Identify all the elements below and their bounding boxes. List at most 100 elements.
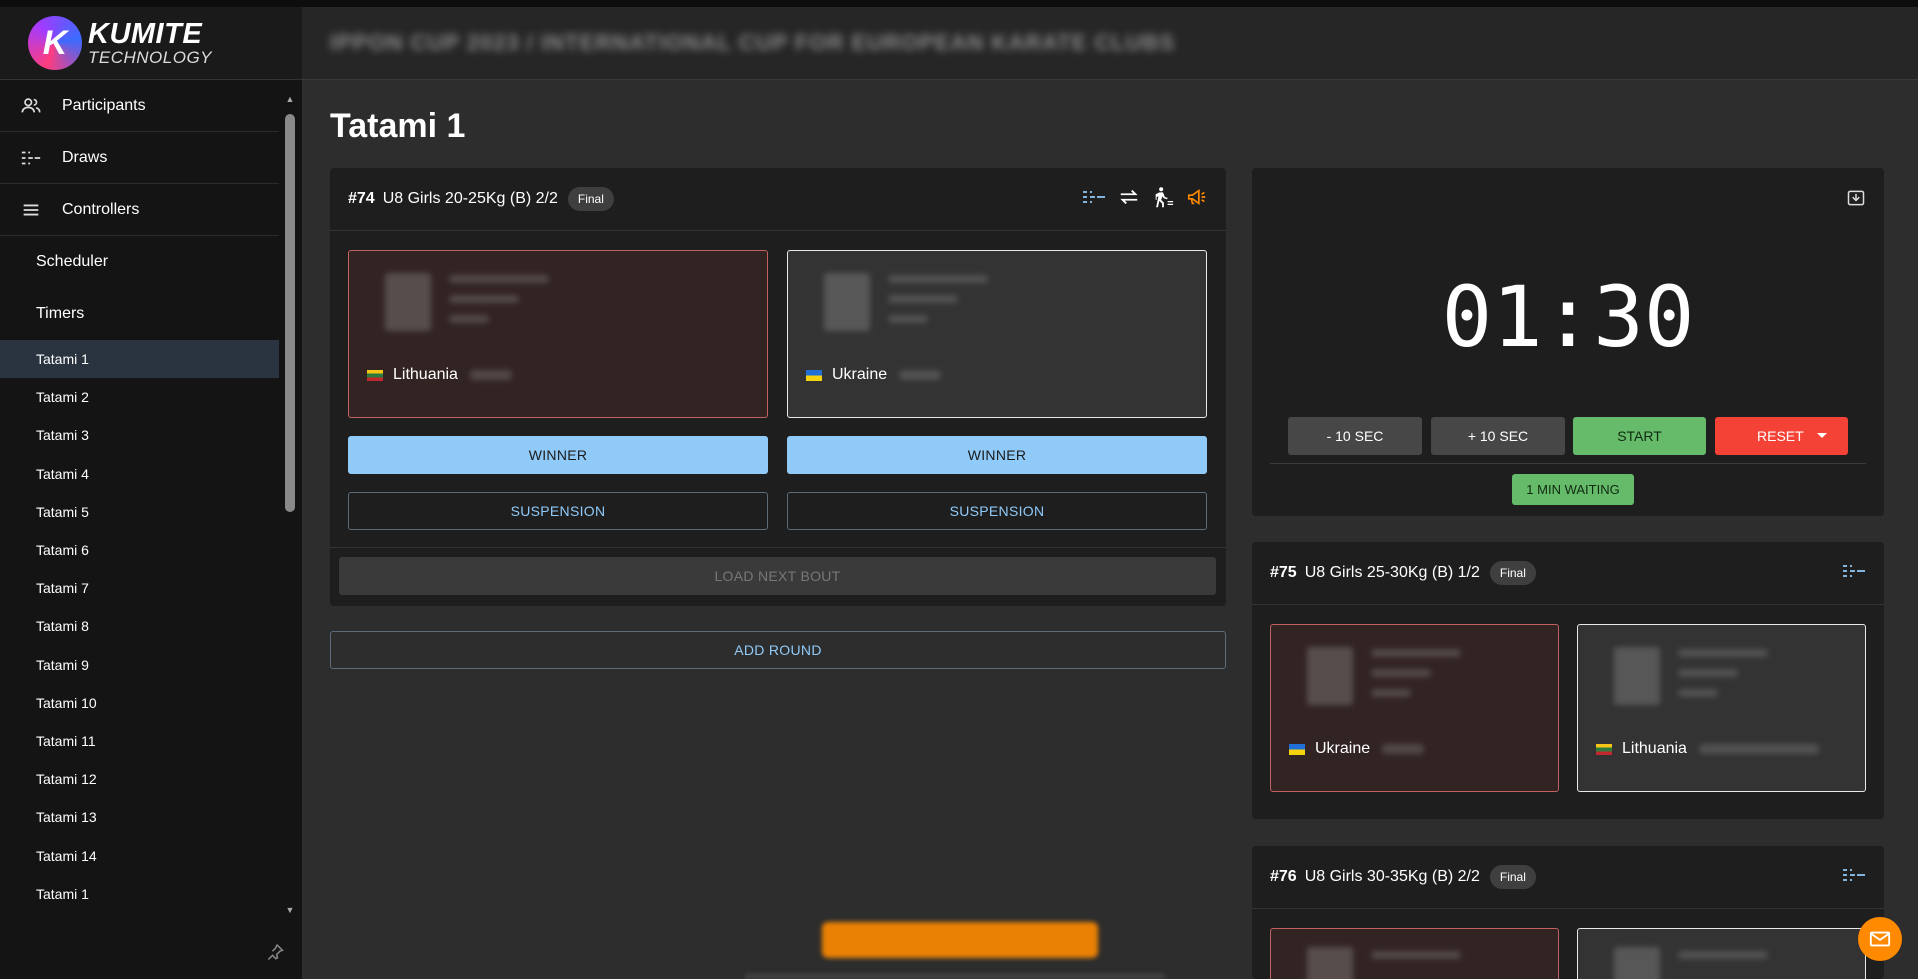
sidebar-item-tatami[interactable]: Tatami 2 xyxy=(0,378,279,416)
top-edge xyxy=(0,0,1918,7)
waiting-button[interactable]: 1 MIN WAITING xyxy=(1512,474,1634,505)
walkover-icon[interactable] xyxy=(1152,186,1174,213)
upcoming-bout-card: #76 U8 Girls 30-35Kg (B) 2/2 Final xyxy=(1252,846,1884,979)
sidebar-item-tatami[interactable]: Tatami 9 xyxy=(0,646,279,684)
sidebar-item-label: Draws xyxy=(62,148,108,166)
scrollbar-thumb[interactable] xyxy=(285,114,295,512)
club-blurred xyxy=(1698,744,1819,754)
bracket-icon[interactable] xyxy=(1082,187,1106,212)
country-name: Ukraine xyxy=(832,366,888,383)
page-title: Tatami 1 xyxy=(330,107,466,145)
fighter-info-blurred xyxy=(1678,689,1718,697)
fighter-country: Lithuania xyxy=(1596,740,1819,758)
minus-10-sec-button[interactable]: - 10 SEC xyxy=(1288,417,1422,455)
divider xyxy=(330,547,1226,548)
sidebar-item-tatami[interactable]: Tatami 10 xyxy=(0,684,279,722)
fighter-name-blurred xyxy=(1678,951,1768,959)
white-fighter-card[interactable]: Lithuania xyxy=(1577,624,1866,792)
scroll-down-icon[interactable]: ▼ xyxy=(283,903,297,917)
bracket-icon[interactable] xyxy=(1842,865,1866,890)
sidebar-item-participants[interactable]: Participants xyxy=(0,80,279,132)
sidebar-item-tatami[interactable]: Tatami 13 xyxy=(0,798,279,836)
white-winner-button[interactable]: WINNER xyxy=(787,436,1207,474)
fighter-country: Lithuania xyxy=(367,366,512,384)
sidebar: K KUMITE TECHNOLOGY Participants Draws C… xyxy=(0,7,302,979)
timer-display: 01:30 xyxy=(1441,268,1695,366)
start-button[interactable]: START xyxy=(1573,417,1706,455)
fighter-photo xyxy=(1614,647,1660,705)
bout-header: #75 U8 Girls 25-30Kg (B) 1/2 Final xyxy=(1252,542,1884,605)
bout-number: #75 xyxy=(1270,564,1297,581)
white-fighter-card[interactable] xyxy=(1577,928,1866,979)
current-bout-card: #74 U8 Girls 20-25Kg (B) 2/2 Final Lithu… xyxy=(330,168,1226,606)
sidebar-item-draws[interactable]: Draws xyxy=(0,132,279,184)
fighter-info-blurred xyxy=(1678,669,1738,677)
country-name: Lithuania xyxy=(1622,740,1687,757)
round-badge: Final xyxy=(1489,865,1536,889)
sidebar-item-tatami[interactable]: Tatami 1 xyxy=(0,340,279,379)
fighter-name-blurred xyxy=(1678,649,1768,657)
menu-icon xyxy=(20,199,42,221)
add-round-button[interactable]: ADD ROUND xyxy=(330,631,1226,669)
divider xyxy=(1270,463,1866,464)
logo-text: KUMITE TECHNOLOGY xyxy=(88,20,213,67)
sidebar-item-tatami[interactable]: Tatami 4 xyxy=(0,455,279,493)
fighter-photo xyxy=(385,273,431,331)
plus-10-sec-button[interactable]: + 10 SEC xyxy=(1431,417,1565,455)
pin-icon[interactable] xyxy=(265,942,285,962)
load-next-bout-button[interactable]: LOAD NEXT BOUT xyxy=(339,557,1216,595)
sidebar-item-tatami[interactable]: Tatami 12 xyxy=(0,760,279,798)
sidebar-item-tatami[interactable]: Tatami 5 xyxy=(0,493,279,531)
logo-mark-icon: K xyxy=(28,16,82,70)
sidebar-item-tatami[interactable]: Tatami 6 xyxy=(0,531,279,569)
scroll-up-icon[interactable]: ▲ xyxy=(283,92,297,106)
download-icon[interactable] xyxy=(1846,188,1866,213)
dropdown-caret-icon[interactable] xyxy=(1816,428,1828,444)
white-fighter-card[interactable]: Ukraine xyxy=(787,250,1207,418)
notification-toast[interactable] xyxy=(822,922,1098,958)
fighter-name-blurred xyxy=(1371,951,1461,959)
logo-line-2: TECHNOLOGY xyxy=(88,48,213,67)
club-blurred xyxy=(899,370,942,380)
fighter-name-blurred xyxy=(888,275,988,283)
sidebar-item-timers[interactable]: Timers xyxy=(0,288,279,340)
red-fighter-card[interactable] xyxy=(1270,928,1559,979)
red-winner-button[interactable]: WINNER xyxy=(348,436,768,474)
red-fighter-card[interactable]: Lithuania xyxy=(348,250,768,418)
reset-label: RESET xyxy=(1757,428,1804,444)
sidebar-item-label: Controllers xyxy=(62,200,140,218)
people-icon xyxy=(20,95,42,117)
red-suspension-button[interactable]: SUSPENSION xyxy=(348,492,768,530)
brand-logo[interactable]: K KUMITE TECHNOLOGY xyxy=(0,7,302,80)
bout-title: U8 Girls 25-30Kg (B) 1/2 xyxy=(1304,564,1480,581)
fighter-photo xyxy=(1614,947,1660,979)
mail-icon[interactable] xyxy=(1858,917,1902,961)
fighter-photo xyxy=(1307,647,1353,705)
sidebar-item-controllers[interactable]: Controllers xyxy=(0,184,279,236)
sidebar-item-tatami[interactable]: Tatami 1 xyxy=(0,875,279,910)
reset-button[interactable]: RESET xyxy=(1715,417,1848,455)
sidebar-scrollbar[interactable]: ▲ ▼ xyxy=(283,87,297,917)
swap-icon[interactable] xyxy=(1118,187,1140,212)
sidebar-item-tatami[interactable]: Tatami 14 xyxy=(0,836,279,874)
bout-actions xyxy=(1082,186,1208,213)
fighter-info-blurred xyxy=(1371,689,1411,697)
sidebar-item-scheduler[interactable]: Scheduler xyxy=(0,236,279,288)
bracket-icon xyxy=(20,147,42,169)
club-blurred xyxy=(469,370,512,380)
sidebar-item-tatami[interactable]: Tatami 7 xyxy=(0,569,279,607)
bout-header: #74 U8 Girls 20-25Kg (B) 2/2 Final xyxy=(330,168,1226,231)
fighter-info-blurred xyxy=(449,315,489,323)
white-suspension-button[interactable]: SUSPENSION xyxy=(787,492,1207,530)
sidebar-item-tatami[interactable]: Tatami 3 xyxy=(0,416,279,454)
upcoming-bout-card: #75 U8 Girls 25-30Kg (B) 1/2 Final Ukrai… xyxy=(1252,542,1884,819)
fighter-country: Ukraine xyxy=(806,366,942,384)
sidebar-item-tatami[interactable]: Tatami 8 xyxy=(0,607,279,645)
announce-icon[interactable] xyxy=(1186,187,1208,212)
sidebar-item-tatami[interactable]: Tatami 11 xyxy=(0,722,279,760)
bout-title: U8 Girls 30-35Kg (B) 2/2 xyxy=(1304,868,1480,885)
fighter-country: Ukraine xyxy=(1289,740,1425,758)
fighter-name-blurred xyxy=(449,275,549,283)
bracket-icon[interactable] xyxy=(1842,561,1866,586)
red-fighter-card[interactable]: Ukraine xyxy=(1270,624,1559,792)
